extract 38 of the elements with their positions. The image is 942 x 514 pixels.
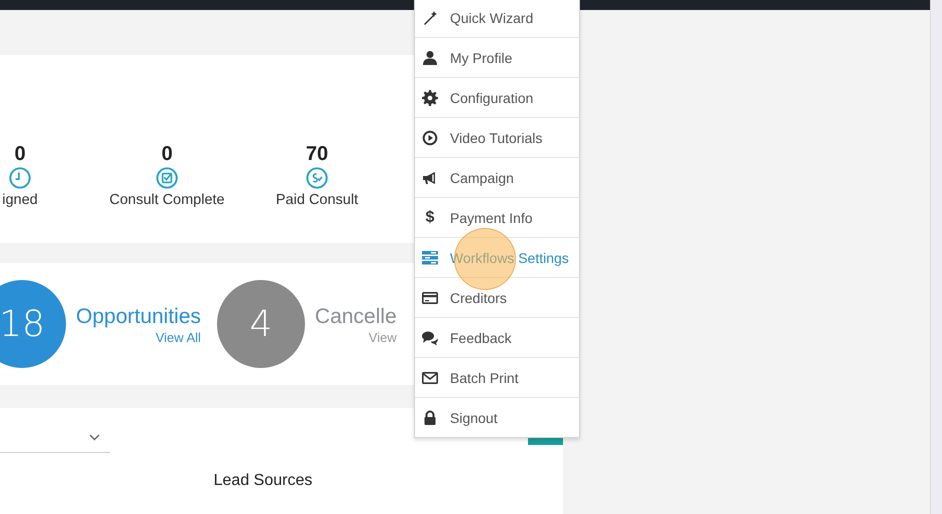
menu-item[interactable]: Campaign (415, 158, 579, 198)
stat-circle-icon (9, 167, 31, 189)
settings-icon (422, 90, 438, 106)
view-all-link[interactable]: View All (156, 330, 201, 344)
stat-circle-icon (156, 167, 178, 189)
chat-bubbles-icon (422, 330, 438, 346)
stat-label: Paid Consult (276, 192, 358, 208)
count-circle: 4 (216, 280, 305, 368)
menu-item[interactable]: Batch Print (415, 358, 579, 398)
menu-item[interactable]: Feedback (415, 318, 579, 358)
stat-value: 0 (14, 142, 26, 166)
menu-item[interactable]: Workflows Settings (415, 238, 579, 278)
megaphone-icon (422, 170, 438, 186)
stat-circle-icon (306, 167, 328, 189)
counter-title: Cancelle (314, 304, 397, 330)
stat-label: igned (2, 192, 38, 208)
menu-item[interactable]: Quick Wizard (415, 0, 579, 38)
wand-icon (422, 10, 438, 26)
user-icon (422, 50, 438, 66)
menu-item[interactable]: Configuration (415, 78, 579, 118)
counter-title: Opportunities (76, 304, 201, 330)
chevron-down-icon (89, 434, 100, 441)
play-circle-icon (422, 130, 438, 146)
menu-item[interactable]: Video Tutorials (415, 118, 579, 158)
menu-item[interactable]: My Profile (415, 38, 579, 78)
dollar-icon: $ (422, 208, 438, 226)
lock-icon (422, 410, 438, 426)
menu-item[interactable]: Signout (415, 398, 579, 437)
list-icon (422, 250, 438, 266)
menu-item[interactable]: $ Payment Info (415, 198, 579, 238)
menu-item[interactable]: Creditors (415, 278, 579, 318)
stat-value: 0 (161, 142, 173, 166)
count-circle: 18 (0, 280, 66, 368)
chart-title: Lead Sources (212, 472, 314, 490)
stat-label: Consult Complete (109, 192, 225, 208)
envelope-icon (422, 370, 438, 386)
credit-card-icon (422, 290, 438, 306)
stat-value: 70 (306, 142, 328, 166)
